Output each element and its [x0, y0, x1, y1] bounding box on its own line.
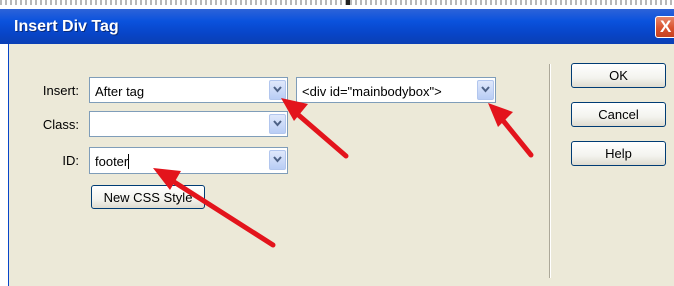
arrow-to-insert-dropdown	[281, 98, 349, 159]
arrow-to-id-field	[153, 168, 276, 248]
annotation-arrows	[153, 98, 534, 248]
arrow-to-target-dropdown	[488, 103, 534, 158]
